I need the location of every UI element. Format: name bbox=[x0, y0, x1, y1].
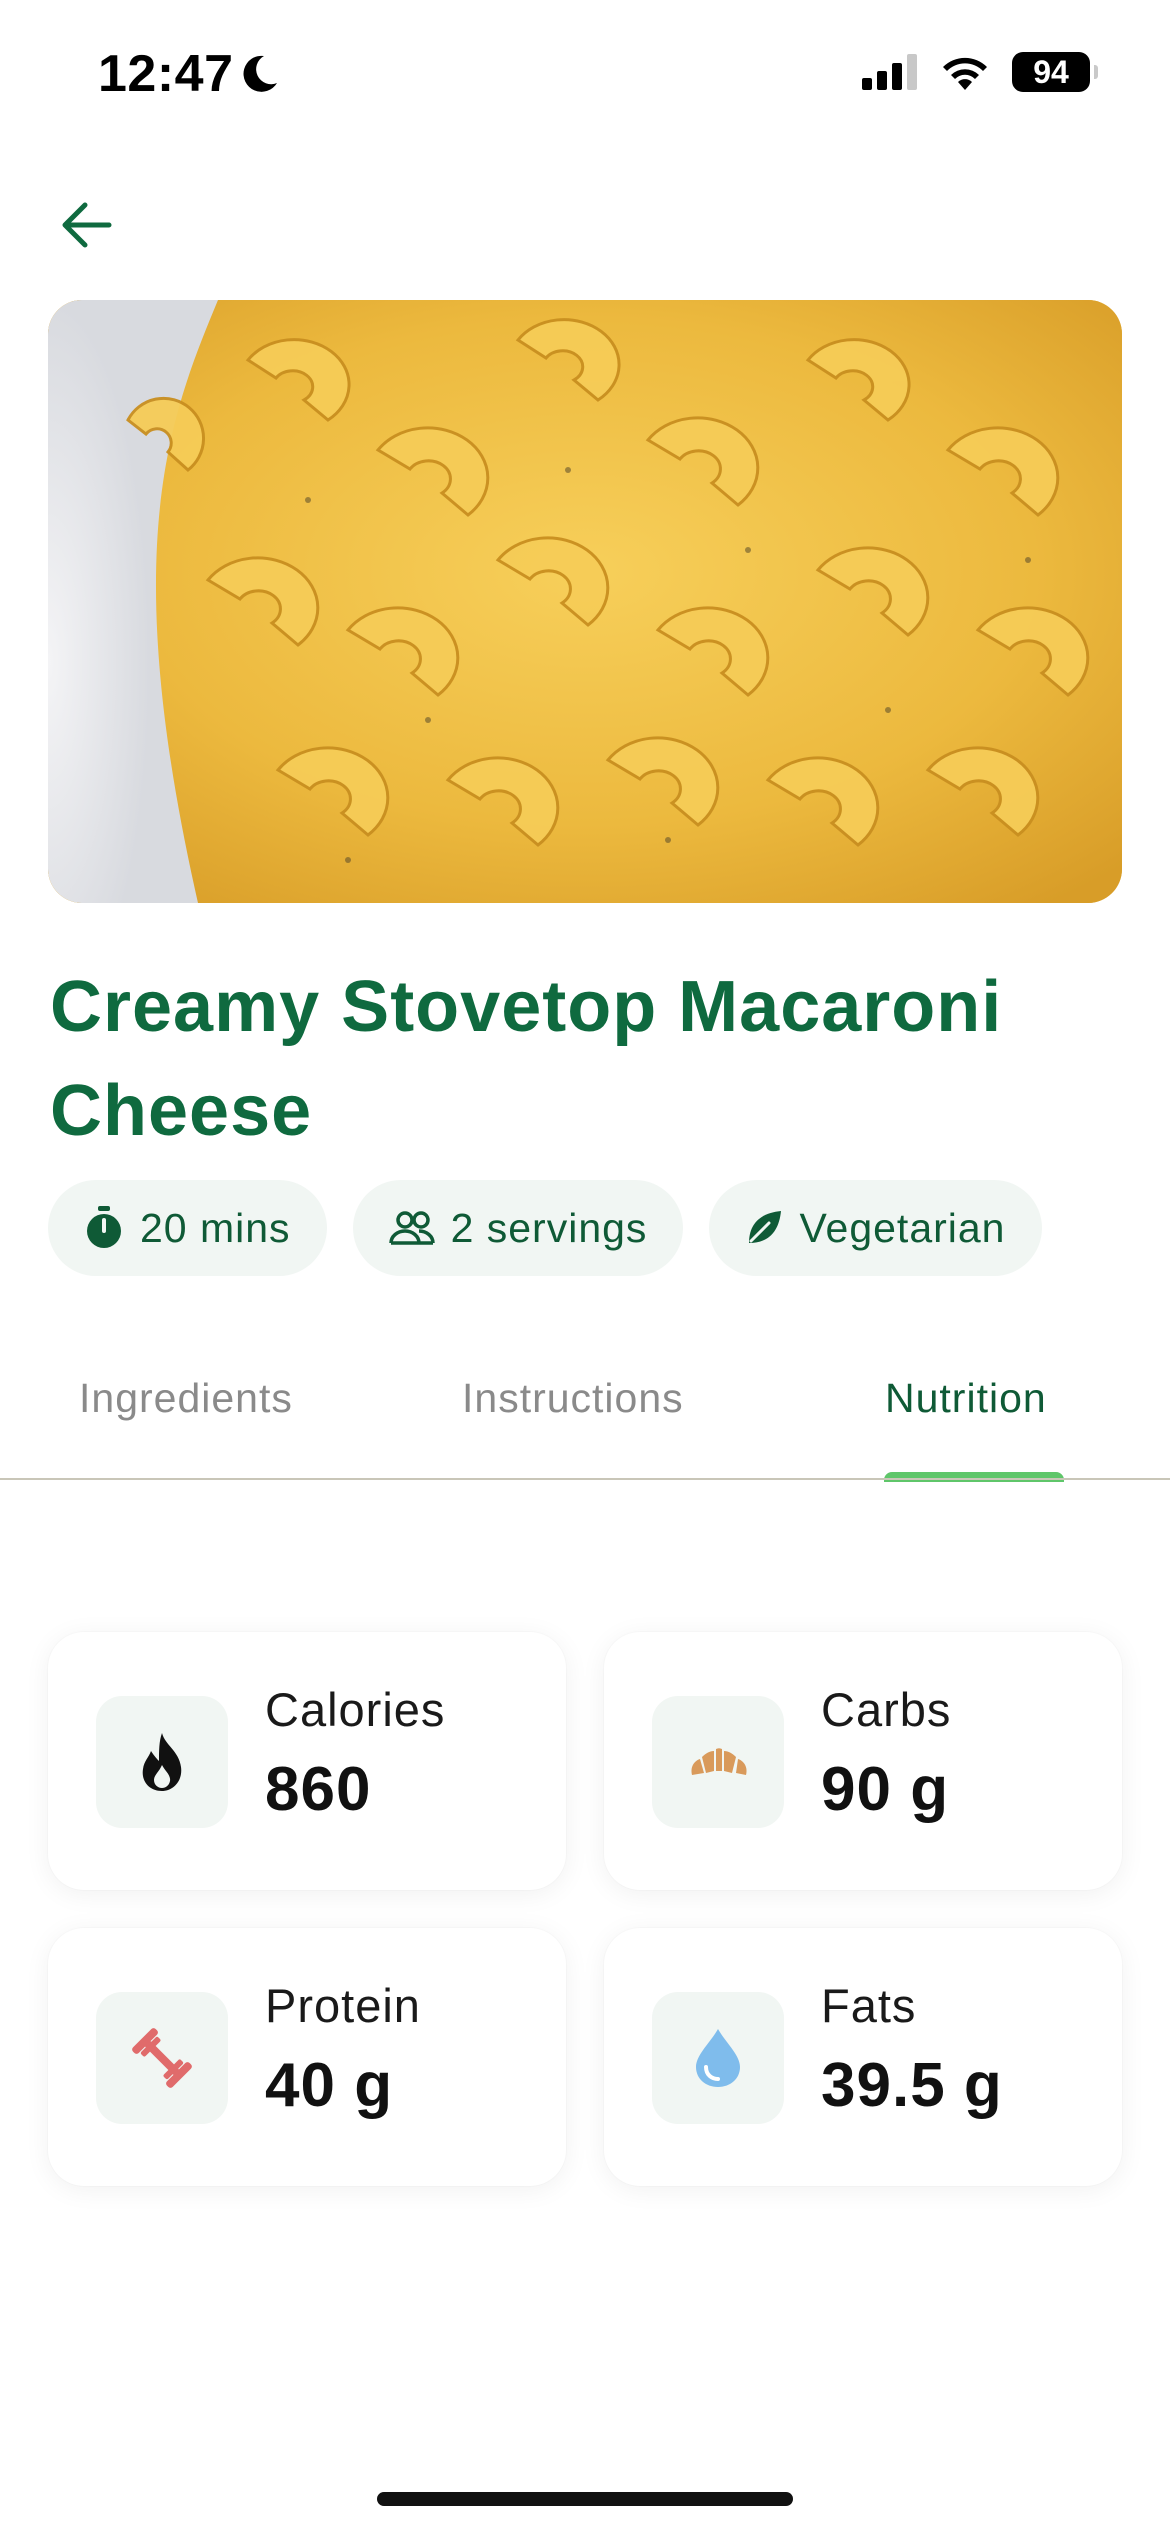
calories-icon-box bbox=[96, 1696, 228, 1828]
recipe-title: Creamy Stovetop Macaroni Cheese bbox=[50, 967, 1003, 1151]
chip-diet-label: Vegetarian bbox=[799, 1204, 1006, 1251]
croissant-icon bbox=[691, 1748, 747, 1775]
people-icon bbox=[388, 1211, 435, 1245]
battery-icon: 94 bbox=[1012, 52, 1098, 92]
chip-diet: Vegetarian bbox=[709, 1180, 1042, 1276]
cellular-signal-icon bbox=[862, 54, 917, 90]
carbs-value: 90 g bbox=[821, 1755, 950, 1824]
status-time-text: 12:47 bbox=[98, 45, 234, 103]
flame-icon bbox=[142, 1733, 182, 1791]
chip-time: 20 mins bbox=[48, 1180, 327, 1276]
carbs-label: Carbs bbox=[821, 1683, 952, 1736]
carbs-icon-box bbox=[652, 1696, 784, 1828]
back-button[interactable] bbox=[50, 190, 120, 260]
wifi-icon bbox=[943, 57, 987, 90]
moon-icon bbox=[243, 55, 277, 92]
tab-ingredients[interactable]: Ingredients bbox=[79, 1375, 293, 1422]
fats-icon-box bbox=[652, 1992, 784, 2124]
calories-value: 860 bbox=[265, 1755, 372, 1824]
battery-level: 94 bbox=[1033, 53, 1069, 90]
fats-label: Fats bbox=[821, 1979, 917, 2032]
droplet-icon bbox=[696, 2029, 740, 2087]
protein-icon-box bbox=[96, 1992, 228, 2124]
recipe-tabs: Ingredients Instructions Nutrition bbox=[0, 1350, 1170, 1482]
protein-label: Protein bbox=[265, 1979, 421, 2032]
recipe-hero-image bbox=[48, 300, 1122, 903]
dumbbell-icon bbox=[132, 2028, 192, 2088]
status-indicators: 94 bbox=[862, 52, 1098, 92]
chip-servings-label: 2 servings bbox=[450, 1204, 648, 1251]
chip-time-label: 20 mins bbox=[140, 1204, 291, 1251]
status-bar: 12:47 94 bbox=[0, 0, 1170, 150]
timer-icon bbox=[87, 1206, 121, 1248]
fats-value: 39.5 g bbox=[821, 2051, 1003, 2120]
nutrition-card-calories: Calories 860 bbox=[48, 1632, 566, 1890]
nutrition-card-carbs: Carbs 90 g bbox=[604, 1632, 1122, 1890]
tab-instructions[interactable]: Instructions bbox=[462, 1375, 684, 1422]
home-indicator[interactable] bbox=[377, 2492, 793, 2506]
protein-value: 40 g bbox=[265, 2051, 394, 2120]
tab-nutrition[interactable]: Nutrition bbox=[885, 1375, 1047, 1422]
status-time: 12:47 bbox=[98, 44, 280, 104]
leaf-icon bbox=[749, 1211, 782, 1243]
calories-label: Calories bbox=[265, 1683, 446, 1736]
nutrition-card-protein: Protein 40 g bbox=[48, 1928, 566, 2186]
recipe-meta-chips: 20 mins 2 servings Vegetarian bbox=[48, 1180, 1170, 1276]
chips-fade-overlay bbox=[1050, 1170, 1170, 1286]
arrow-left-icon bbox=[62, 202, 112, 248]
chip-servings: 2 servings bbox=[352, 1180, 684, 1276]
tab-active-indicator bbox=[884, 1472, 1064, 1482]
nutrition-card-fats: Fats 39.5 g bbox=[604, 1928, 1122, 2186]
tabs-divider bbox=[0, 1478, 1170, 1480]
